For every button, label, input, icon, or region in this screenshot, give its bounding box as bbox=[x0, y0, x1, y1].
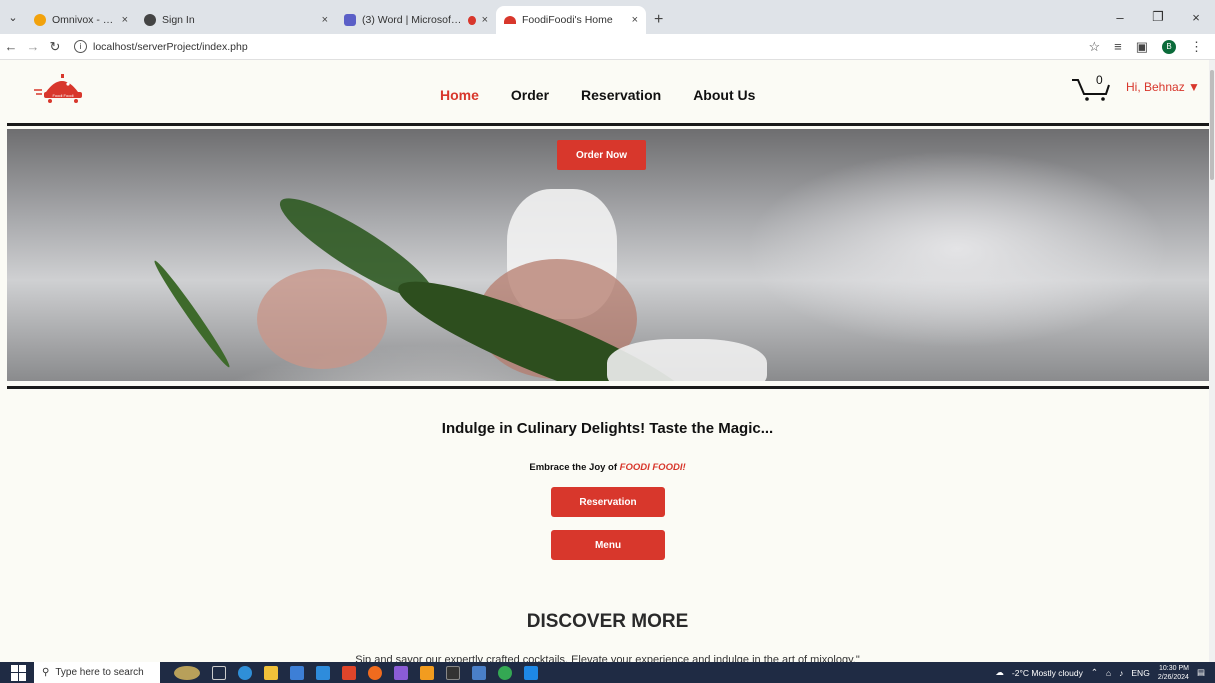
nav-home-link[interactable]: Home bbox=[440, 87, 479, 103]
recording-indicator-icon bbox=[468, 15, 476, 25]
network-icon[interactable]: ⌂ bbox=[1106, 668, 1111, 678]
embrace-brand: FOODI FOODI! bbox=[619, 462, 686, 473]
main-nav: Home Order Reservation About Us bbox=[440, 87, 755, 103]
language-indicator[interactable]: ENG bbox=[1131, 668, 1149, 678]
foodifoodi-favicon-icon bbox=[504, 16, 516, 24]
mail-icon[interactable] bbox=[316, 665, 330, 680]
teams-icon[interactable] bbox=[394, 665, 408, 680]
windows-start-icon[interactable] bbox=[11, 664, 27, 681]
file-explorer-icon[interactable] bbox=[264, 665, 278, 680]
toolbar-actions: ☆ ≡ ▣ B ⋮ bbox=[1088, 39, 1215, 55]
tab-title: Sign In bbox=[162, 14, 195, 26]
search-placeholder: Type here to search bbox=[55, 667, 144, 678]
order-now-button[interactable]: Order Now bbox=[557, 140, 646, 170]
reload-icon[interactable]: ↻ bbox=[44, 39, 66, 55]
site-info-icon[interactable]: i bbox=[74, 40, 87, 53]
tab-close-icon[interactable]: × bbox=[122, 14, 128, 26]
address-bar: ← → ↻ i localhost/serverProject/index.ph… bbox=[0, 34, 1215, 60]
xampp-icon[interactable] bbox=[420, 665, 434, 680]
browser-tab-bar: ⌄ Omnivox - Cégep John Abbott × Sign In … bbox=[0, 0, 1215, 34]
bookmark-star-icon[interactable]: ☆ bbox=[1088, 39, 1100, 55]
profile-avatar[interactable]: B bbox=[1162, 39, 1176, 54]
app-icon[interactable] bbox=[472, 665, 486, 680]
system-tray: ☁ -2°C Mostly cloudy ⌃ ⌂ ♪ ENG 10:30 PM … bbox=[995, 664, 1215, 682]
tab-close-icon[interactable]: × bbox=[322, 14, 328, 26]
forward-arrow-icon[interactable]: → bbox=[22, 39, 44, 54]
chrome-icon[interactable] bbox=[498, 665, 512, 680]
firefox-icon[interactable] bbox=[368, 665, 382, 680]
taskbar-apps bbox=[174, 665, 538, 680]
teams-favicon-icon bbox=[344, 14, 356, 26]
scrollbar-thumb[interactable] bbox=[1210, 70, 1214, 180]
restore-button[interactable]: ❐ bbox=[1139, 9, 1177, 25]
news-widget-icon[interactable] bbox=[174, 665, 200, 680]
vscode-icon[interactable] bbox=[524, 665, 538, 680]
page-scrollbar[interactable] bbox=[1209, 60, 1215, 662]
omnivox-favicon-icon bbox=[34, 14, 46, 26]
browser-tab-foodifoodi[interactable]: FoodiFoodi's Home × bbox=[496, 6, 646, 34]
globe-favicon-icon bbox=[144, 14, 156, 26]
web-page: Foodi Foodi Home Order Reservation About… bbox=[0, 60, 1209, 662]
embrace-prefix: Embrace the Joy of bbox=[529, 462, 620, 473]
side-panel-icon[interactable]: ▣ bbox=[1136, 39, 1148, 55]
user-menu-dropdown[interactable]: Hi, Behnaz ▼ bbox=[1126, 80, 1200, 94]
close-window-button[interactable]: × bbox=[1177, 10, 1215, 25]
tab-title: FoodiFoodi's Home bbox=[522, 14, 613, 26]
tab-close-icon[interactable]: × bbox=[482, 14, 488, 26]
windows-taskbar: ⚲ Type here to search ☁ -2°C Mostly clou… bbox=[0, 662, 1215, 683]
header-divider bbox=[7, 123, 1209, 126]
task-view-icon[interactable] bbox=[212, 665, 226, 680]
foodifoodi-logo[interactable]: Foodi Foodi bbox=[32, 70, 92, 106]
tab-title: (3) Word | Microsoft Teams bbox=[362, 14, 462, 26]
clock-time: 10:30 PM bbox=[1159, 664, 1189, 672]
store-icon[interactable] bbox=[290, 665, 304, 680]
brave-browser-icon[interactable] bbox=[342, 665, 356, 680]
tab-close-icon[interactable]: × bbox=[632, 14, 638, 26]
weather-text[interactable]: -2°C Mostly cloudy bbox=[1012, 668, 1083, 678]
reservation-button[interactable]: Reservation bbox=[551, 487, 665, 517]
browser-tab-signin[interactable]: Sign In × bbox=[136, 6, 336, 34]
clock-date: 2/26/2024 bbox=[1157, 673, 1189, 681]
discover-description: Sip and savor our expertly crafted cockt… bbox=[355, 654, 860, 662]
terminal-icon[interactable] bbox=[446, 665, 460, 680]
weather-icon[interactable]: ☁ bbox=[995, 667, 1004, 678]
window-controls: – ❐ × bbox=[1101, 0, 1215, 34]
reading-list-icon[interactable]: ≡ bbox=[1114, 39, 1122, 54]
taskbar-search-input[interactable]: ⚲ Type here to search bbox=[34, 662, 160, 683]
show-hidden-icons-icon[interactable]: ⌃ bbox=[1091, 667, 1098, 678]
nav-order-link[interactable]: Order bbox=[511, 87, 549, 103]
volume-icon[interactable]: ♪ bbox=[1119, 668, 1123, 678]
url-text: localhost/serverProject/index.php bbox=[93, 40, 248, 53]
minimize-button[interactable]: – bbox=[1101, 10, 1139, 25]
back-arrow-icon[interactable]: ← bbox=[0, 39, 22, 54]
edge-browser-icon[interactable] bbox=[238, 665, 252, 680]
cart-count-badge: 0 bbox=[1096, 73, 1103, 87]
shopping-cart-icon[interactable] bbox=[1070, 74, 1110, 102]
nav-about-link[interactable]: About Us bbox=[693, 87, 755, 103]
tagline-heading: Indulge in Culinary Delights! Taste the … bbox=[441, 420, 774, 437]
nav-reservation-link[interactable]: Reservation bbox=[581, 87, 661, 103]
search-icon: ⚲ bbox=[42, 667, 50, 678]
browser-tab-teams[interactable]: (3) Word | Microsoft Teams × bbox=[336, 6, 496, 34]
menu-button[interactable]: Menu bbox=[551, 530, 665, 560]
clock[interactable]: 10:30 PM 2/26/2024 bbox=[1158, 664, 1189, 682]
notifications-icon[interactable]: ▤ bbox=[1197, 667, 1205, 678]
embrace-text: Embrace the Joy of FOODI FOODI! bbox=[0, 462, 1209, 473]
url-field[interactable]: i localhost/serverProject/index.php bbox=[74, 40, 248, 53]
site-header: Foodi Foodi Home Order Reservation About… bbox=[0, 60, 1209, 124]
new-tab-button[interactable]: + bbox=[646, 6, 671, 34]
hero-divider bbox=[7, 386, 1209, 389]
discover-more-heading: DISCOVER MORE bbox=[526, 611, 689, 632]
browser-tab-omnivox[interactable]: Omnivox - Cégep John Abbott × bbox=[26, 6, 136, 34]
tab-search-chevron-icon[interactable]: ⌄ bbox=[0, 0, 26, 34]
browser-menu-icon[interactable]: ⋮ bbox=[1190, 39, 1203, 55]
logo-text: Foodi Foodi bbox=[52, 93, 73, 98]
tab-title: Omnivox - Cégep John Abbott bbox=[52, 14, 116, 26]
